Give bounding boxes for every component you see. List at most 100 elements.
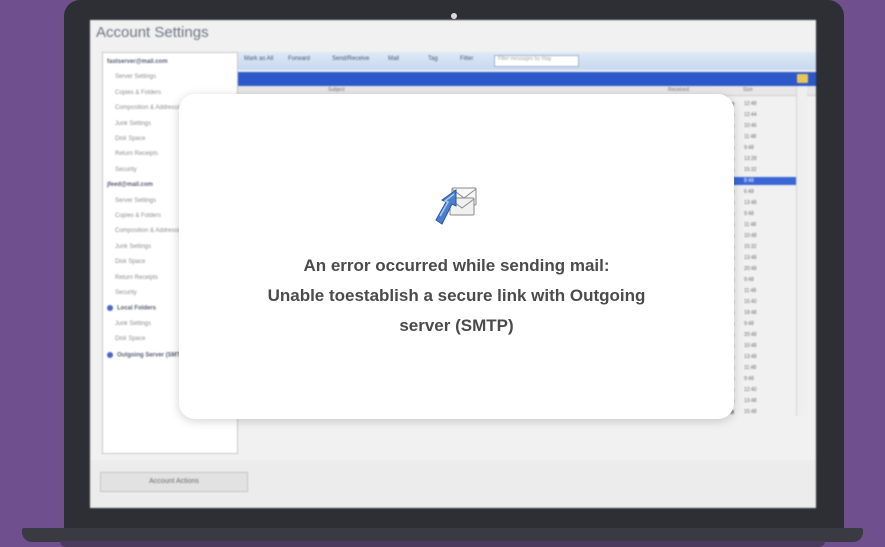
row-time: 15:48 [744, 409, 757, 415]
table-row[interactable]: 20:48 [730, 331, 796, 339]
tree-item[interactable]: Junk Settings [115, 244, 151, 255]
laptop-base [22, 528, 863, 542]
tree-item[interactable]: Return Receipts [115, 151, 158, 162]
table-row[interactable]: 12:40 [730, 386, 796, 394]
table-row[interactable]: 11:48 [730, 287, 796, 295]
table-row[interactable]: 6:48 [730, 188, 796, 196]
tree-item-label: Local Folders [117, 305, 157, 312]
row-time: 15:32 [744, 167, 757, 173]
tree-item-label: Copies & Folders [115, 89, 162, 96]
table-row[interactable]: 15:48 [730, 408, 796, 416]
tree-item[interactable]: Security [115, 167, 137, 178]
tree-item[interactable]: Security [115, 290, 137, 301]
table-row[interactable]: 15:32 [730, 166, 796, 174]
tree-item-label: Disk Space [115, 336, 146, 343]
table-row[interactable]: 9:48 [730, 144, 796, 152]
table-row[interactable]: 13:48 [730, 254, 796, 262]
tree-account[interactable]: Outgoing Server (SMTP) [107, 351, 187, 363]
table-row[interactable]: 13:48 [730, 397, 796, 405]
table-row[interactable]: 13:28 [730, 155, 796, 163]
tree-item-label: Security [115, 290, 137, 296]
tree-item[interactable]: Disk Space [115, 259, 145, 270]
table-row[interactable]: 11:48 [730, 364, 796, 372]
table-row[interactable]: 8:48 [730, 177, 796, 185]
tree-item[interactable]: Copies & Folders [115, 90, 161, 101]
row-time: 10:46 [744, 123, 757, 129]
toolbar-tag[interactable]: Tag [428, 56, 438, 62]
tree-item-label: Server Settings [115, 197, 157, 204]
bottom-area: Account Actions [90, 460, 816, 508]
table-row[interactable]: 12:48 [730, 100, 796, 108]
account-bullet-icon [107, 351, 113, 358]
row-time: 9:48 [744, 145, 754, 151]
tree-item-label: Disk Space [115, 259, 146, 266]
table-row[interactable]: 9:48 [730, 210, 796, 218]
scrollbar[interactable] [796, 86, 807, 416]
tree-account[interactable]: Local Folders [107, 305, 156, 316]
tree-item[interactable]: Server Settings [115, 74, 156, 85]
tree-item-label: Return Receipts [115, 274, 159, 281]
toolbar-forward[interactable]: Forward [288, 56, 310, 62]
table-row[interactable]: 12:44 [730, 111, 796, 119]
row-time: 13:48 [744, 200, 757, 206]
row-time: 13:28 [744, 156, 757, 162]
tree-item-label: Junk Settings [115, 320, 152, 327]
error-line-1: An error occurred while sending mail: [303, 256, 610, 275]
tree-item[interactable]: Junk Settings [115, 121, 151, 132]
row-time: 15:32 [744, 244, 757, 250]
tree-item-label: Disk Space [115, 136, 146, 142]
row-time: 12:44 [744, 112, 757, 118]
table-row[interactable]: 9:48 [730, 375, 796, 383]
laptop-base-shadow [60, 541, 825, 547]
tree-item[interactable]: Disk Space [115, 136, 145, 147]
row-time: 12:40 [744, 387, 757, 393]
tree-item[interactable]: Composition & Addressing [115, 105, 185, 116]
table-row[interactable]: 20:48 [730, 265, 796, 273]
row-time: 9:48 [744, 376, 754, 382]
row-time: 15:40 [744, 299, 757, 305]
tree-item-label: Outgoing Server (SMTP) [117, 352, 187, 359]
column-size[interactable]: Size [743, 87, 753, 93]
tree-item[interactable]: Return Receipts [115, 275, 158, 286]
toolbar-filter[interactable]: Filter [460, 56, 473, 62]
account-actions-button[interactable]: Account Actions [100, 472, 248, 492]
window-title: Account Settings [96, 24, 209, 41]
table-row[interactable]: 9:48 [730, 320, 796, 328]
tree-item-label: Junk Settings [115, 243, 152, 250]
table-row[interactable]: 15:32 [730, 243, 796, 251]
tree-item-label: Composition & Addressing [115, 105, 186, 112]
tree-account[interactable]: jfeed@mail.com [107, 182, 153, 193]
toolbar-mark-all[interactable]: Mark as All [244, 56, 273, 62]
tree-item[interactable]: Copies & Folders [115, 213, 161, 224]
row-time: 13:48 [744, 354, 757, 360]
table-row[interactable]: 13:48 [730, 353, 796, 361]
search-input[interactable]: Filter messages by #tag [494, 55, 579, 67]
table-row[interactable]: 15:40 [730, 298, 796, 306]
column-received[interactable]: Received [668, 87, 689, 93]
table-row[interactable]: 10:46 [730, 122, 796, 130]
table-row[interactable]: 11:48 [730, 221, 796, 229]
tree-item-label: Copies & Folders [115, 213, 162, 219]
row-time: 20:48 [744, 332, 757, 338]
tree-item[interactable]: Server Settings [115, 198, 156, 209]
table-row[interactable]: 18:48 [730, 309, 796, 317]
row-time: 11:48 [744, 288, 757, 294]
row-time: 9:48 [744, 321, 754, 327]
table-row[interactable]: 9:48 [730, 276, 796, 284]
row-time: 13:48 [744, 398, 757, 404]
tree-item[interactable]: Composition & Addressing [115, 228, 185, 239]
toolbar-send-receive[interactable]: Send/Receive [332, 56, 369, 62]
column-subject[interactable]: Subject [328, 87, 345, 93]
table-row[interactable]: 11:48 [730, 133, 796, 141]
tree-item-label: jfeed@mail.com [107, 182, 153, 189]
folder-icon[interactable] [797, 74, 808, 83]
table-row[interactable]: 10:48 [730, 232, 796, 240]
folder-header-bar [238, 72, 816, 86]
toolbar-mail[interactable]: Mail [388, 56, 399, 62]
tree-item[interactable]: Junk Settings [115, 321, 151, 332]
tree-item-label: Server Settings [115, 74, 157, 81]
tree-item[interactable]: Disk Space [115, 336, 145, 347]
table-row[interactable]: 13:48 [730, 199, 796, 207]
table-row[interactable]: 10:48 [730, 342, 796, 350]
tree-account[interactable]: fastserver@mail.com [107, 59, 168, 70]
